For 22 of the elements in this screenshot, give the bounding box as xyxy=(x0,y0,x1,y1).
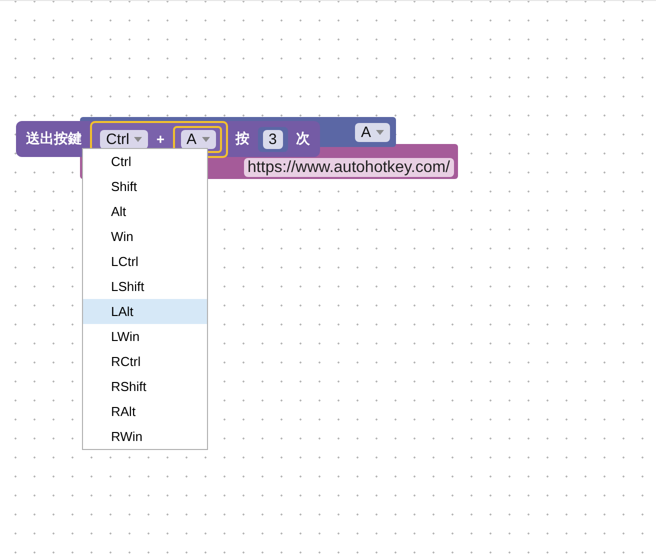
menu-item[interactable]: RWin xyxy=(83,424,207,449)
code-block[interactable]: 送出按鍵 Ctrl + A 按 3 次 xyxy=(16,121,320,157)
menu-item[interactable]: RShift xyxy=(83,374,207,399)
menu-item[interactable]: LCtrl xyxy=(83,249,207,274)
menu-item[interactable]: LAlt xyxy=(83,299,207,324)
number-block[interactable]: 3 xyxy=(258,126,288,152)
count-field[interactable]: 3 xyxy=(262,130,283,148)
menu-item[interactable]: RAlt xyxy=(83,399,207,424)
caret-icon xyxy=(376,130,384,134)
caret-icon xyxy=(134,136,142,142)
key-dropdown[interactable]: A xyxy=(354,122,390,142)
plus-label: + xyxy=(155,131,166,147)
menu-item[interactable]: Alt xyxy=(83,199,207,224)
menu-item[interactable]: LWin xyxy=(83,324,207,349)
url-field[interactable]: https://www.autohotkey.com/ xyxy=(244,158,454,177)
modifier-dropdown[interactable]: Ctrl xyxy=(100,130,148,148)
menu-item[interactable]: RCtrl xyxy=(83,349,207,374)
block-label: 送出按鍵 xyxy=(26,130,82,148)
menu-item[interactable]: LShift xyxy=(83,274,207,299)
key-dropdown[interactable]: A xyxy=(180,130,216,148)
menu-item[interactable]: Win xyxy=(83,224,207,249)
caret-icon xyxy=(202,136,210,142)
